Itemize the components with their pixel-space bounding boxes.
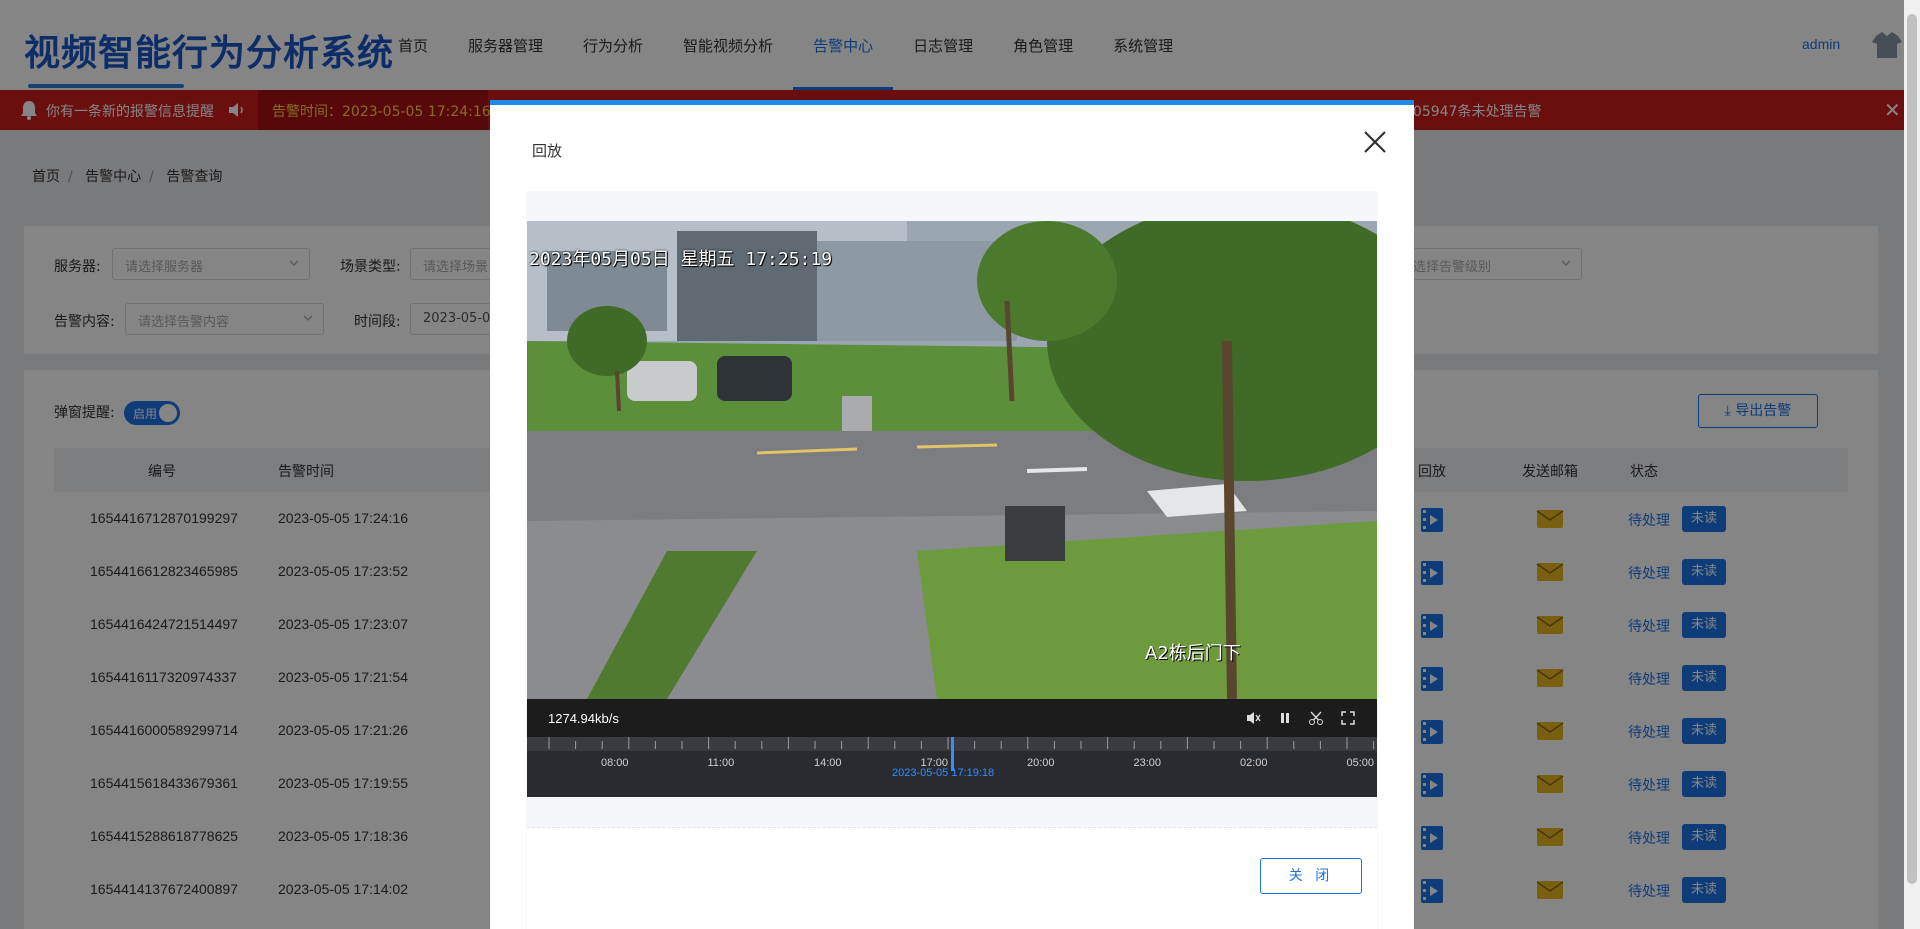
- scissors-icon[interactable]: [1308, 710, 1324, 726]
- playback-timeline[interactable]: 08:00 11:00 14:00 17:00 20:00 23:00 02:00 05:00…: [527, 737, 1428, 797]
- video-player[interactable]: 2023年05月05日 星期五 17:25:19 A2栋后门下: [527, 221, 1377, 699]
- footer-divider: [527, 827, 1377, 828]
- timeline-tick-label: 14:00: [814, 757, 842, 769]
- timeline-tick-label: 20:00: [1027, 757, 1055, 769]
- video-osd-time: 2023年05月05日 星期五 17:25:19: [529, 249, 833, 270]
- pause-icon[interactable]: [1277, 710, 1293, 726]
- timeline-tick-label: 23:00: [1133, 757, 1162, 769]
- modal-footer: [527, 828, 1377, 929]
- playback-modal: 回放 2023年05月05日 星期五 17:25:19 A2栋后门下 1274.…: [490, 100, 1428, 929]
- close-icon[interactable]: [1362, 129, 1388, 155]
- timeline-tick-label: 02:00: [1240, 757, 1268, 769]
- page-scrollbar[interactable]: [1904, 0, 1920, 929]
- video-frame: [527, 221, 1377, 699]
- video-control-bar: 1274.94kb/s: [527, 699, 1377, 737]
- timeline-cursor[interactable]: [951, 737, 954, 771]
- timeline-tick-label: 05:00: [1346, 757, 1375, 769]
- modal-title: 回放: [532, 142, 563, 160]
- video-osd-camera: A2栋后门下: [1145, 643, 1241, 664]
- fullscreen-icon[interactable]: [1340, 710, 1356, 726]
- close-button[interactable]: 关 闭: [1260, 858, 1362, 894]
- mute-icon[interactable]: [1245, 710, 1261, 726]
- timeline-tick-label: 08:00: [601, 757, 629, 769]
- timeline-tick-label: 11:00: [707, 757, 735, 769]
- scrollbar-thumb[interactable]: [1907, 14, 1917, 884]
- timeline-cursor-label: 2023-05-05 17:19:18: [892, 767, 995, 779]
- bitrate-readout: 1274.94kb/s: [548, 711, 619, 726]
